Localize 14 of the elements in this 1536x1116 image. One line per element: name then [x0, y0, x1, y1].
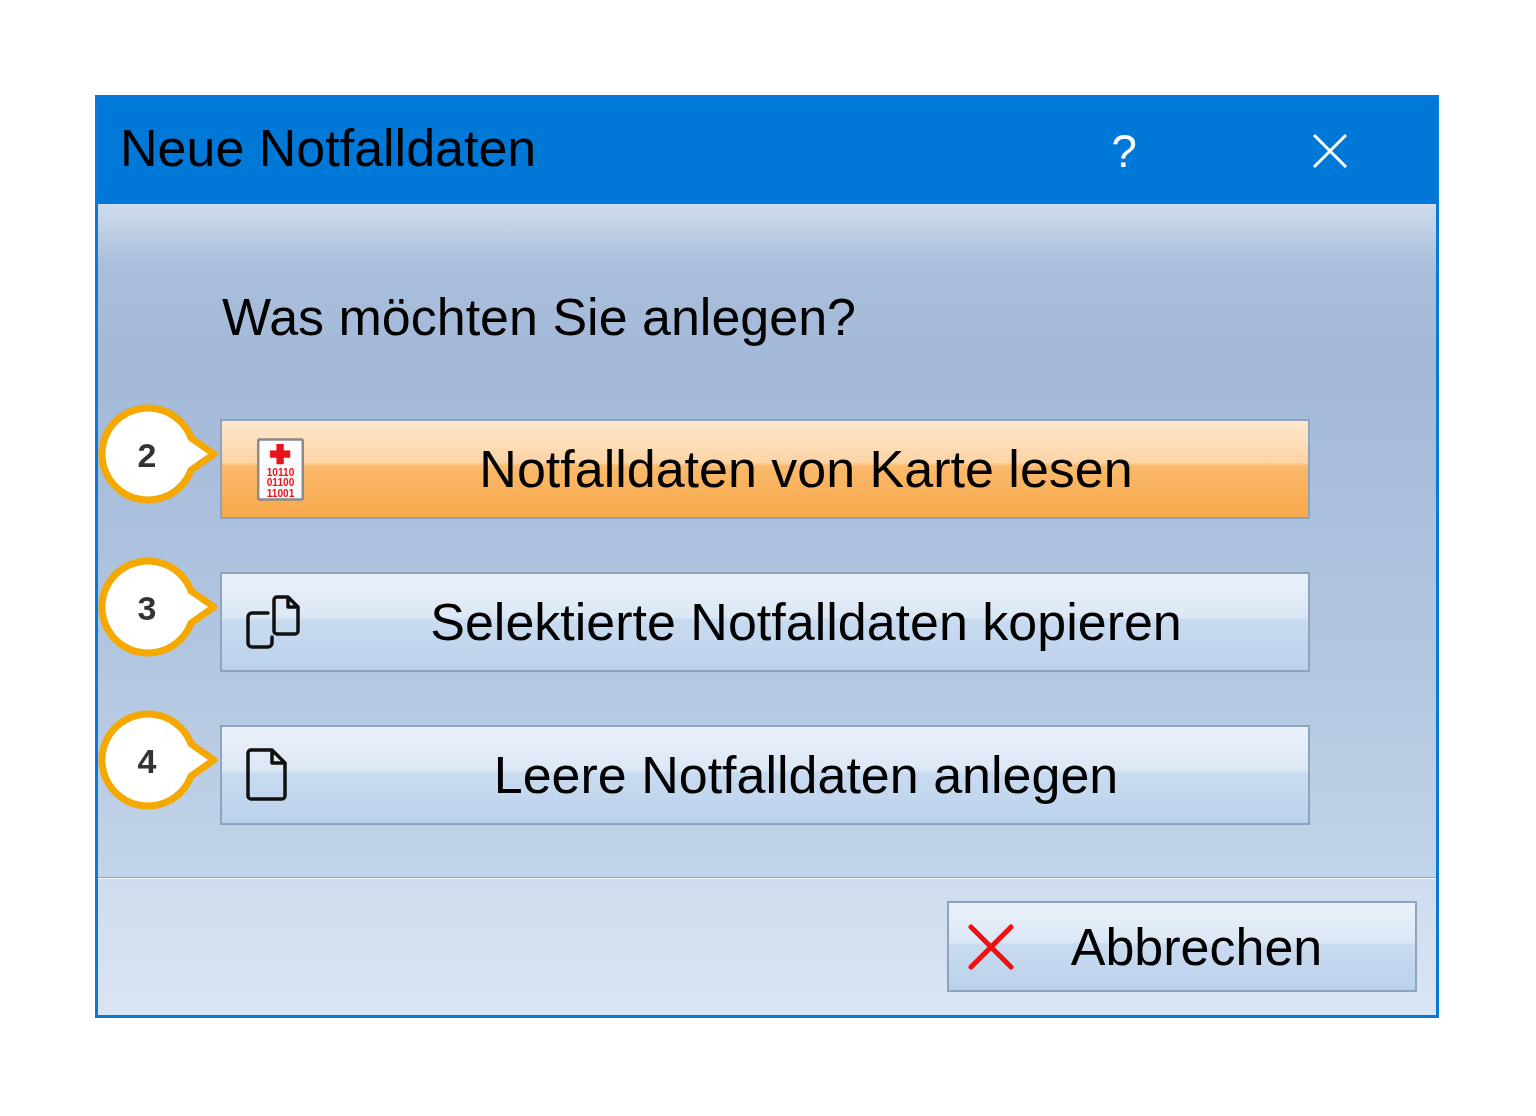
prompt-text: Was möchten Sie anlegen?: [221, 287, 856, 347]
copy-icon: [244, 594, 300, 650]
callout-badge: 3: [98, 557, 220, 657]
option-button[interactable]: Selektierte Notfalldaten kopieren: [220, 572, 1310, 672]
cancel-button[interactable]: Abbrechen: [947, 901, 1417, 992]
option-button[interactable]: Leere Notfalldaten anlegen: [220, 725, 1310, 825]
help-button[interactable]: ?: [1094, 116, 1154, 186]
option-button[interactable]: 10110 01100 11001 Notfalldaten von Karte lesen: [220, 419, 1310, 519]
callout-badge: 4: [98, 710, 220, 810]
window-title: Neue Notfalldaten: [120, 118, 538, 179]
cross-icon: [968, 923, 1014, 970]
callout-badge: 2: [98, 404, 220, 504]
close-icon: [1312, 133, 1348, 169]
document-icon: [244, 748, 288, 802]
